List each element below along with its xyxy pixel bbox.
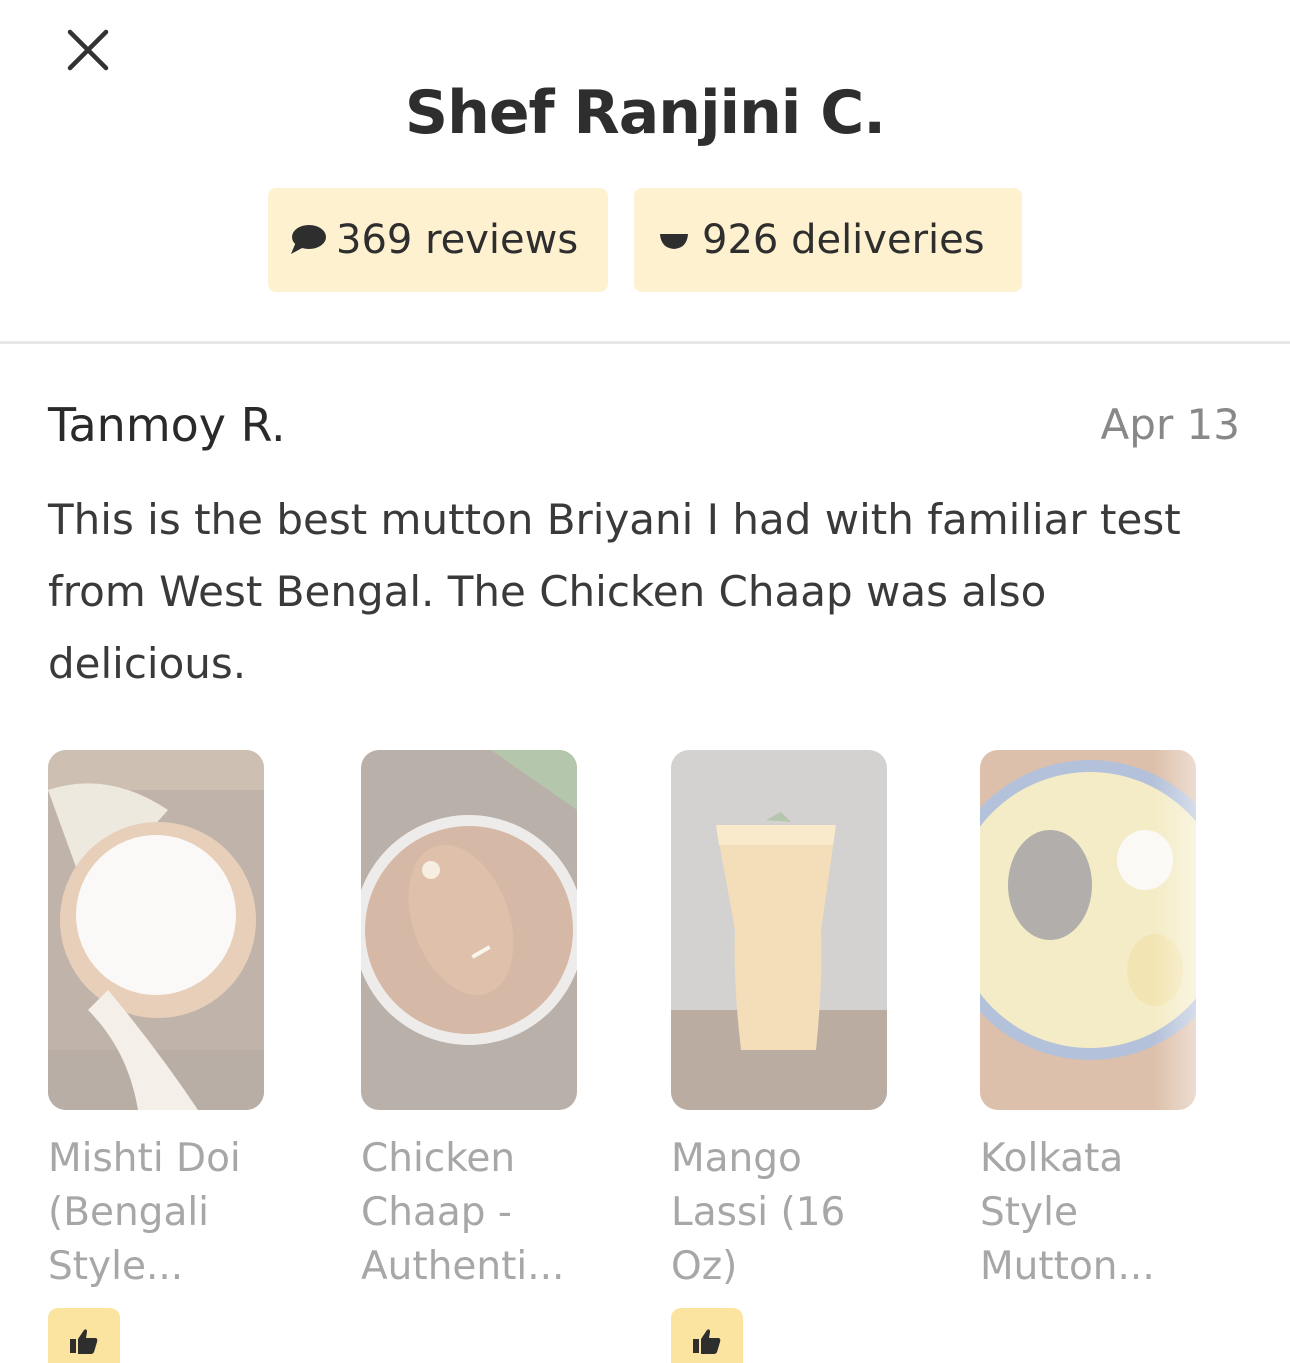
stats-row: 369 reviews 926 deliveries: [0, 188, 1290, 292]
dish-name: Mishti Doi (Bengali Style...: [48, 1136, 241, 1289]
like-badge[interactable]: [671, 1308, 743, 1363]
review-date: Apr 13: [1100, 400, 1240, 449]
review-text: This is the best mutton Briyani I had wi…: [48, 495, 1181, 688]
thumbs-up-icon: [69, 1327, 99, 1359]
dish-carousel[interactable]: Mishti Doi (Bengali Style... Chicken Cha…: [48, 750, 1243, 1363]
close-icon: [64, 26, 112, 78]
dish-card-mishti-doi[interactable]: Mishti Doi (Bengali Style...: [48, 750, 264, 1363]
section-divider: [0, 341, 1290, 344]
dish-image: [671, 750, 887, 1110]
review-author: Tanmoy R.: [48, 398, 286, 452]
dish-card-chicken-chaap[interactable]: Chicken Chaap - Authenti...: [361, 750, 577, 1294]
close-button[interactable]: [60, 24, 116, 80]
bowl-icon: [654, 222, 694, 258]
shef-name-title: Shef Ranjini C.: [404, 78, 886, 148]
speech-bubble-icon: [288, 222, 328, 258]
deliveries-count-label: 926 deliveries: [702, 217, 985, 263]
dish-image: [361, 750, 577, 1110]
thumbs-up-icon: [692, 1327, 722, 1359]
like-badge[interactable]: [48, 1308, 120, 1363]
reviews-count-label: 369 reviews: [336, 217, 579, 263]
dish-image: [48, 750, 264, 1110]
dish-name: Mango Lassi (16 Oz): [671, 1136, 846, 1289]
carousel-fade-overlay: [1153, 750, 1243, 1363]
dish-name: Chicken Chaap - Authenti...: [361, 1136, 565, 1289]
deliveries-count-chip[interactable]: 926 deliveries: [634, 188, 1022, 292]
reviews-count-chip[interactable]: 369 reviews: [268, 188, 608, 292]
dish-card-mango-lassi[interactable]: Mango Lassi (16 Oz): [671, 750, 887, 1363]
